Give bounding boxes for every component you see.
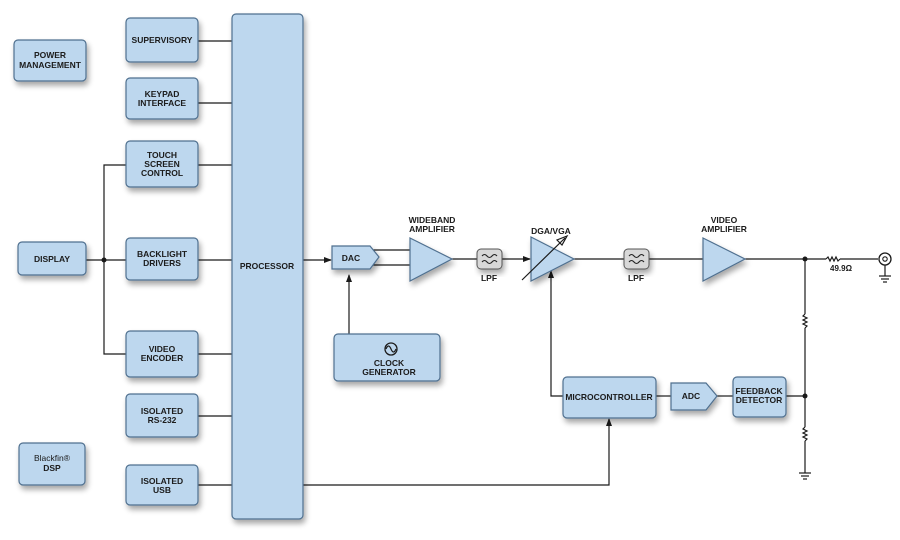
backlight-label-2: DRIVERS [143,258,181,268]
display-label: DISPLAY [34,254,70,264]
resistor-icon [825,255,841,263]
wire-micro-dga [548,270,563,397]
lpf2-label: LPF [628,273,644,283]
coax-connector-icon [878,252,892,276]
feedback-label-2: DETECTOR [736,395,783,405]
supervisory-block: SUPERVISORY [125,17,199,63]
display-block: DISPLAY [17,241,87,276]
block-diagram: POWER MANAGEMENT DISPLAY Blackfin® DSP S… [13,13,892,520]
lpf-filter-2 [623,248,650,270]
touch-screen-control-block: TOUCH SCREEN CONTROL [125,140,199,188]
keypad-label-2: INTERFACE [138,98,187,108]
isolated-rs232-block: ISOLATED RS-232 [125,393,199,438]
dac-block: DAC [331,245,380,270]
lpf-filter-1 [476,248,503,270]
power-management-label-1: POWER [34,50,66,60]
blackfin-dsp-block: Blackfin® DSP [18,442,86,486]
backlight-drivers-block: BACKLIGHT DRIVERS [125,237,199,281]
resistor-icon [801,313,809,329]
isolated-usb-block: ISOLATED USB [125,464,199,506]
microcontroller-block: MICROCONTROLLER [562,376,657,419]
keypad-interface-block: KEYPAD INTERFACE [125,77,199,120]
resistor-icon [801,426,809,442]
adc-block: ADC [670,382,718,411]
processor-block: PROCESSOR [231,13,304,520]
junction-dot [802,393,808,399]
video-amp-label-2: AMPLIFIER [701,224,747,234]
power-management-label-2: MANAGEMENT [19,60,82,70]
wire-processor-micro [303,418,612,486]
usb-label-2: USB [153,485,171,495]
processor-label: PROCESSOR [240,261,294,271]
clock-label-2: GENERATOR [362,367,416,377]
power-management-block: POWER MANAGEMENT [13,39,87,82]
ground-icon [879,275,891,283]
feedback-detector-block: FEEDBACK DETECTOR [732,376,787,418]
microcontroller-label: MICROCONTROLLER [565,392,652,402]
wideband-amplifier [409,237,454,282]
video-amplifier [702,237,747,282]
video-encoder-block: VIDEO ENCODER [125,330,199,378]
rs232-label-2: RS-232 [148,415,177,425]
blackfin-label-1: Blackfin® [34,453,71,463]
supervisory-label: SUPERVISORY [132,35,193,45]
lpf1-label: LPF [481,273,497,283]
dac-label: DAC [342,253,360,263]
clock-generator-block: CLOCK GENERATOR [333,333,441,382]
dga-label: DGA/VGA [531,226,571,236]
junction-dot [802,256,808,262]
blackfin-label-2: DSP [43,463,61,473]
dga-vga-amplifier [530,236,576,282]
touch-label-3: CONTROL [141,168,183,178]
resistor-label: 49.9Ω [830,264,853,273]
junction-dot [101,257,107,263]
wideband-amp-label-2: AMPLIFIER [409,224,455,234]
adc-label: ADC [682,391,700,401]
video-encoder-label-2: ENCODER [141,353,184,363]
ground-icon [799,472,811,480]
